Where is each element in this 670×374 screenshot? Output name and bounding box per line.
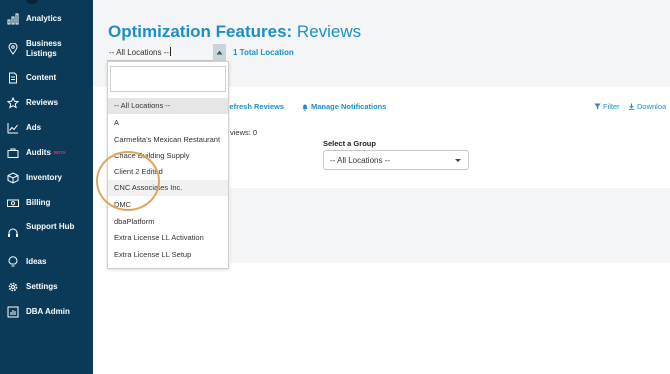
- location-pin-icon: [7, 43, 19, 55]
- sidebar-item-reviews[interactable]: Reviews: [0, 96, 93, 110]
- gear-icon: [7, 281, 19, 293]
- dropdown-option[interactable]: [108, 263, 228, 268]
- reviews-panel: [230, 188, 670, 263]
- dropdown-option[interactable]: Carmelita's Mexican Restaurant: [108, 132, 228, 148]
- sidebar: Analytics Business Listings Content Revi…: [0, 0, 93, 374]
- group-label: Select a Group: [323, 139, 376, 148]
- dropdown-option[interactable]: A: [108, 115, 228, 131]
- sidebar-item-label: Settings: [26, 282, 58, 291]
- location-dropdown-list[interactable]: -- All Locations -- A Carmelita's Mexica…: [107, 61, 229, 269]
- sidebar-item-label: Support Hub: [26, 222, 75, 231]
- page-title: Optimization Features: Reviews: [108, 22, 361, 42]
- sidebar-item-label: Audits: [26, 148, 51, 158]
- beta-badge: BETA: [53, 150, 66, 155]
- total-locations-link[interactable]: 1 Total Location: [233, 48, 294, 57]
- box-icon: [7, 172, 19, 184]
- admin-chart-icon: [7, 306, 19, 318]
- sidebar-item-label: Analytics: [26, 14, 62, 23]
- sidebar-item-business-listings[interactable]: Business Listings: [0, 38, 93, 62]
- page-title-rest: Reviews: [292, 22, 362, 41]
- refresh-reviews-button[interactable]: Refresh Reviews: [224, 102, 284, 111]
- dropdown-search-input[interactable]: [110, 66, 226, 92]
- page-title-strong: Optimization Features:: [108, 22, 293, 41]
- sidebar-item-analytics[interactable]: Analytics: [0, 12, 93, 26]
- dropdown-option[interactable]: Chace Building Supply: [108, 148, 228, 164]
- sidebar-item-dba-admin[interactable]: DBA Admin: [0, 305, 93, 319]
- sidebar-item-label: Reviews: [26, 98, 59, 107]
- lightbulb-icon: [7, 256, 19, 268]
- dropdown-option[interactable]: DMC: [108, 197, 228, 213]
- sidebar-item-billing[interactable]: Billing: [0, 196, 93, 210]
- sidebar-item-settings[interactable]: Settings: [0, 280, 93, 294]
- download-button[interactable]: Downloa: [628, 102, 666, 111]
- chevron-down-icon: [455, 159, 461, 162]
- sidebar-item-label: Billing: [26, 198, 51, 207]
- sidebar-item-ideas[interactable]: Ideas: [0, 255, 93, 269]
- sidebar-item-ads[interactable]: Ads: [0, 121, 93, 135]
- reviews-count: views: 0: [230, 128, 258, 137]
- dropdown-option[interactable]: CNC Associates Inc.: [108, 180, 228, 196]
- location-select-value: -- All Locations --: [109, 47, 172, 57]
- money-icon: [7, 197, 19, 209]
- filter-label: Filter: [603, 102, 620, 111]
- filter-icon: [594, 103, 601, 110]
- dropdown-option[interactable]: -- All Locations --: [108, 98, 228, 114]
- bell-icon: [301, 103, 309, 111]
- manage-notifications-button[interactable]: Manage Notifications: [301, 102, 386, 111]
- caret-up-icon[interactable]: [213, 44, 226, 61]
- sidebar-item-label: Ads: [26, 123, 42, 132]
- download-icon: [628, 103, 635, 110]
- headset-icon: [7, 227, 19, 239]
- dropdown-option[interactable]: Extra License LL Setup: [108, 247, 228, 263]
- dropdown-option[interactable]: Extra License LL Activation: [108, 230, 228, 246]
- manage-notifications-label: Manage Notifications: [311, 102, 387, 111]
- dropdown-option[interactable]: dbaPlatform: [108, 214, 228, 230]
- logo-mark: [26, 0, 38, 4]
- sidebar-item-inventory[interactable]: Inventory: [0, 171, 93, 185]
- sidebar-item-label: Inventory: [26, 173, 63, 182]
- group-select-value: -- All Locations --: [330, 156, 391, 165]
- group-select[interactable]: -- All Locations --: [323, 150, 469, 170]
- line-chart-icon: [7, 122, 19, 134]
- sidebar-item-content[interactable]: Content: [0, 71, 93, 85]
- dropdown-option[interactable]: Client 2 Edited: [108, 164, 228, 180]
- sidebar-item-support-hub[interactable]: Support Hub: [0, 221, 93, 245]
- document-icon: [7, 72, 19, 84]
- briefcase-icon: [7, 147, 19, 159]
- download-label: Downloa: [637, 102, 667, 111]
- bar-chart-icon: [7, 13, 19, 25]
- filter-button[interactable]: Filter: [594, 102, 620, 111]
- app-root: Analytics Business Listings Content Revi…: [0, 0, 670, 374]
- location-select[interactable]: -- All Locations --: [107, 44, 226, 61]
- refresh-reviews-label: Refresh Reviews: [224, 102, 285, 111]
- sidebar-item-audits[interactable]: Audits BETA: [0, 146, 93, 160]
- star-icon: [7, 97, 19, 109]
- sidebar-item-label: Business Listings: [26, 39, 62, 58]
- sidebar-item-label: DBA Admin: [26, 307, 70, 316]
- sidebar-item-label: Content: [26, 73, 57, 82]
- sidebar-item-label: Ideas: [26, 257, 47, 266]
